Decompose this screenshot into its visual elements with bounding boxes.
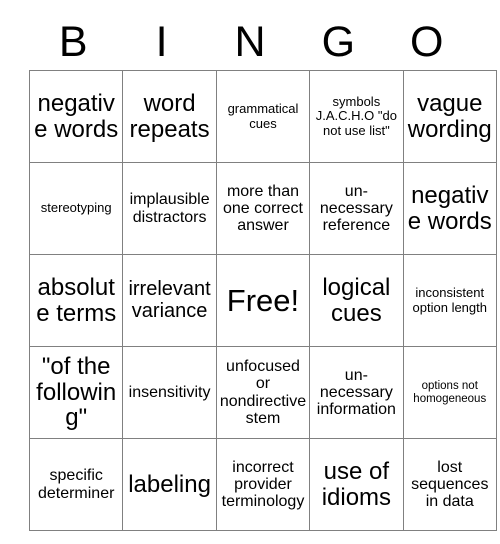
- bingo-card: B I N G O negative words word repeats gr…: [0, 0, 500, 544]
- bingo-cell-label: "of the following": [36, 352, 117, 432]
- bingo-free-label: Free!: [226, 282, 300, 318]
- bingo-row: negative words word repeats grammatical …: [28, 70, 497, 163]
- bingo-cell-label: more than one correct answer: [222, 182, 303, 235]
- bingo-cell[interactable]: negative words: [28, 70, 124, 163]
- bingo-cell[interactable]: specific determiner: [28, 438, 124, 531]
- bingo-cell[interactable]: implausible distractors: [122, 162, 217, 255]
- bingo-header-letter-n: N: [234, 17, 266, 66]
- bingo-cell[interactable]: more than one correct answer: [215, 162, 311, 255]
- bingo-cell-label: negative words: [34, 89, 119, 143]
- bingo-cell[interactable]: insensitivity: [122, 346, 217, 439]
- bingo-cell-label: labeling: [128, 470, 211, 498]
- bingo-cell-label: symbols J.A.C.H.O "do not use list": [315, 94, 397, 138]
- bingo-cell[interactable]: stereotyping: [28, 162, 124, 255]
- bingo-cell-label: options not homogeneous: [413, 380, 487, 405]
- bingo-header-letter-g: G: [321, 17, 356, 66]
- bingo-row: specific determiner labeling incorrect p…: [28, 438, 497, 531]
- bingo-cell[interactable]: absolute terms: [28, 254, 124, 347]
- bingo-row: stereotyping implausible distractors mor…: [28, 162, 497, 255]
- bingo-cell-label: unfocused or nondirective stem: [219, 357, 307, 427]
- bingo-cell-label: grammatical cues: [227, 101, 299, 131]
- bingo-cell-label: lost sequences in data: [411, 458, 489, 511]
- bingo-cell[interactable]: "of the following": [28, 346, 124, 439]
- bingo-header-letter-i: I: [155, 17, 168, 66]
- bingo-cell-label: stereotyping: [40, 200, 112, 216]
- bingo-cell-label: absolute terms: [36, 273, 117, 327]
- bingo-cell[interactable]: unfocused or nondirective stem: [215, 346, 311, 439]
- bingo-cell-label: inconsistent option length: [412, 285, 487, 315]
- bingo-grid: negative words word repeats grammatical …: [28, 70, 497, 531]
- bingo-cell[interactable]: options not homogeneous: [402, 346, 497, 439]
- bingo-header-letter-o: O: [410, 17, 444, 66]
- bingo-row: "of the following" insensitivity unfocus…: [28, 346, 497, 439]
- bingo-cell[interactable]: symbols J.A.C.H.O "do not use list": [309, 70, 404, 163]
- bingo-cell[interactable]: logical cues: [309, 254, 404, 347]
- bingo-cell-label: incorrect provider terminology: [221, 458, 305, 511]
- bingo-cell[interactable]: irrelevant variance: [122, 254, 217, 347]
- bingo-cell[interactable]: use of idioms: [309, 438, 404, 531]
- bingo-cell-label: word repeats: [129, 89, 210, 143]
- bingo-cell[interactable]: vague wording: [402, 70, 497, 163]
- bingo-cell-label: specific determiner: [37, 467, 115, 502]
- bingo-cell[interactable]: inconsistent option length: [402, 254, 497, 347]
- bingo-cell-label: vague wording: [407, 89, 492, 143]
- bingo-cell-free[interactable]: Free!: [215, 254, 311, 347]
- bingo-header-row: B I N G O: [29, 14, 471, 70]
- bingo-cell-label: un-necessary reference: [319, 182, 393, 235]
- bingo-header-letter-b: B: [58, 17, 88, 66]
- bingo-cell-label: irrelevant variance: [128, 277, 211, 322]
- bingo-cell-label: logical cues: [322, 273, 391, 327]
- bingo-row: absolute terms irrelevant variance Free!…: [28, 254, 497, 347]
- bingo-cell-label: insensitivity: [128, 383, 211, 401]
- bingo-cell-label: implausible distractors: [129, 191, 210, 226]
- bingo-cell[interactable]: labeling: [122, 438, 217, 531]
- bingo-cell[interactable]: grammatical cues: [215, 70, 311, 163]
- bingo-cell[interactable]: word repeats: [122, 70, 217, 163]
- bingo-cell-label: un-necessary information: [316, 366, 396, 419]
- bingo-cell-label: use of idioms: [321, 457, 392, 511]
- bingo-cell[interactable]: negative words: [402, 162, 497, 255]
- bingo-cell-label: negative words: [407, 181, 492, 235]
- bingo-cell[interactable]: lost sequences in data: [402, 438, 497, 531]
- bingo-cell[interactable]: incorrect provider terminology: [215, 438, 311, 531]
- bingo-cell[interactable]: un-necessary reference: [309, 162, 404, 255]
- bingo-cell[interactable]: un-necessary information: [309, 346, 404, 439]
